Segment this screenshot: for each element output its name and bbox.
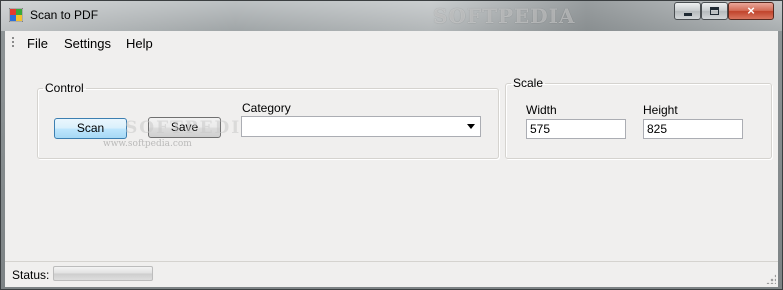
- maximize-button[interactable]: [701, 2, 728, 20]
- close-icon: ×: [747, 3, 755, 18]
- height-label: Height: [643, 103, 678, 117]
- softpedia-url-watermark: www.softpedia.com: [103, 139, 192, 149]
- height-field[interactable]: 825: [643, 119, 743, 139]
- menu-help[interactable]: Help: [126, 36, 153, 51]
- category-select[interactable]: [241, 116, 481, 137]
- width-field[interactable]: 575: [526, 119, 626, 139]
- softpedia-watermark: SOFTPEDIA: [125, 118, 257, 138]
- title-bar[interactable]: Scan to PDF SOFTPEDIA ×: [1, 1, 782, 31]
- status-bar: Status:: [5, 261, 778, 287]
- minimize-button[interactable]: [674, 2, 701, 20]
- size-grip-icon[interactable]: [766, 274, 776, 284]
- title-watermark: SOFTPEDIA: [433, 4, 576, 28]
- control-legend: Control: [45, 81, 84, 95]
- scale-legend: Scale: [513, 76, 544, 90]
- window-title: Scan to PDF: [30, 8, 99, 22]
- app-icon[interactable]: [9, 8, 23, 22]
- status-progress-bar: [53, 266, 153, 281]
- app-window: Scan to PDF SOFTPEDIA × File Settings He…: [0, 0, 783, 290]
- status-label: Status:: [12, 268, 50, 282]
- close-button[interactable]: ×: [728, 2, 774, 20]
- menu-file[interactable]: File: [27, 36, 48, 51]
- client-area: File Settings Help Control Scan Save SOF…: [5, 31, 778, 287]
- width-label: Width: [526, 103, 557, 117]
- menu-grip-icon[interactable]: [12, 37, 14, 49]
- menu-bar: File Settings Help: [5, 31, 778, 55]
- category-label: Category: [242, 101, 291, 115]
- scale-group: Scale: [505, 76, 772, 159]
- dropdown-arrow-icon[interactable]: [467, 124, 475, 129]
- menu-settings[interactable]: Settings: [64, 36, 111, 51]
- scan-button[interactable]: Scan: [54, 118, 127, 139]
